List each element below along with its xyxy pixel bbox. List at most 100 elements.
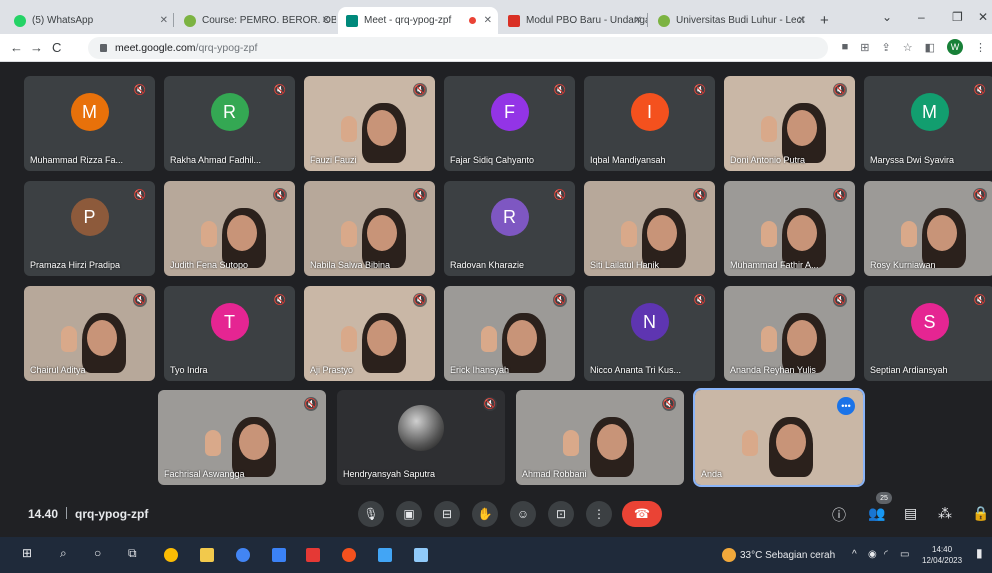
more-options-button[interactable]: ⋮ <box>586 501 612 527</box>
participant-tile[interactable]: M 🔇 Maryssa Dwi Syavira <box>864 76 992 171</box>
system-clock[interactable]: 14:40 12/04/2023 <box>922 544 962 566</box>
tab-search-icon[interactable]: ⌄ <box>882 10 892 24</box>
participant-tile[interactable]: ••• Anda <box>693 388 865 487</box>
menu-icon[interactable]: ⋮ <box>975 41 986 54</box>
video-feed-face <box>86 320 117 357</box>
tab-modul-pbo[interactable]: Modul PBO Baru - Undangan ✕ <box>500 7 648 34</box>
participant-name: Pramaza Hirzi Pradipa <box>30 260 121 270</box>
pdf-reader-icon[interactable] <box>306 548 320 562</box>
muted-mic-icon: 🔇 <box>304 397 318 411</box>
participant-tile[interactable]: 🔇 Fachrisal Aswangga <box>158 390 326 485</box>
side-panel-icon[interactable]: ◧ <box>925 41 935 54</box>
camera-button[interactable]: ▣ <box>396 501 422 527</box>
participant-tile[interactable]: F 🔇 Fajar Sidiq Cahyanto <box>444 76 575 171</box>
close-icon[interactable]: ✕ <box>798 15 806 26</box>
battery-icon[interactable]: ▭ <box>900 549 909 560</box>
avatar: R <box>210 93 249 132</box>
chevron-up-icon[interactable]: ^ <box>852 549 857 560</box>
tab-meet[interactable]: Meet - qrq-ypog-zpf ✕ <box>338 7 498 34</box>
participant-tile[interactable]: 🔇 Judith Fena Sutopo <box>164 181 295 276</box>
chrome-icon[interactable] <box>164 548 178 562</box>
profile-avatar[interactable]: W <box>947 39 963 55</box>
more-vert-icon: ⋮ <box>593 507 605 521</box>
tab-budi-luhur[interactable]: Universitas Budi Luhur - Lect ✕ <box>650 7 812 34</box>
notifications-icon[interactable]: ▮ <box>976 546 983 560</box>
close-icon[interactable]: ✕ <box>634 15 642 26</box>
participant-tile[interactable]: 🔇 Ananda Reyhan Yulis <box>724 286 855 381</box>
participant-tile[interactable]: R 🔇 Rakha Ahmad Fadhil... <box>164 76 295 171</box>
forward-icon[interactable]: → <box>30 40 43 55</box>
app-icon[interactable] <box>272 548 286 562</box>
bookmark-star-icon[interactable]: ☆ <box>903 41 913 54</box>
people-icon[interactable]: 👥 <box>868 505 885 522</box>
microphone-button[interactable]: 🎙 <box>358 501 384 527</box>
participant-tile[interactable]: I 🔇 Iqbal Mandiyansah <box>584 76 715 171</box>
close-icon[interactable]: ✕ <box>160 15 168 26</box>
participant-name: Nabila Salwa Bibina <box>310 260 391 270</box>
close-icon[interactable]: ✕ <box>322 15 330 26</box>
search-icon[interactable]: ⌕ <box>60 546 67 561</box>
chat-icon[interactable]: ▤ <box>904 505 917 522</box>
camera-icon: ▣ <box>403 507 415 521</box>
participant-tile[interactable]: 🔇 Erick Ihansyah <box>444 286 575 381</box>
participant-tile[interactable]: 🔇 Aji Prastyo <box>304 286 435 381</box>
powerpoint-icon[interactable] <box>342 548 356 562</box>
cortana-icon[interactable]: ○ <box>94 546 101 560</box>
participant-tile[interactable]: 🔇 Rosy Kurniawan <box>864 181 992 276</box>
host-controls-icon[interactable]: 🔒 <box>972 505 989 522</box>
raise-hand-button[interactable]: ✋ <box>472 501 498 527</box>
participant-tile[interactable]: 🔇 Muhammad Fathir A... <box>724 181 855 276</box>
weather-widget[interactable]: 33°C Sebagian cerah <box>722 548 835 562</box>
chrome-profile-icon[interactable] <box>236 548 250 562</box>
reactions-button[interactable]: ☺ <box>510 501 536 527</box>
participant-tile[interactable]: 🔇 Chairul Aditya <box>24 286 155 381</box>
gmail-icon <box>508 14 520 27</box>
app-icon[interactable] <box>414 548 428 562</box>
leave-call-button[interactable]: ☎ <box>622 501 662 527</box>
window-close-icon[interactable]: ✕ <box>978 10 988 24</box>
participant-tile[interactable]: 🔇 Ahmad Robbani <box>516 390 684 485</box>
translate-icon[interactable]: ⊞ <box>860 41 869 54</box>
tab-course[interactable]: Course: PEMRO. BEROR. OBY ✕ <box>176 7 336 34</box>
address-bar[interactable]: meet.google.com/qrq-ypog-zpf <box>88 37 828 59</box>
participant-tile[interactable]: 🔇 Siti Lailatul Hanik <box>584 181 715 276</box>
participant-tile[interactable]: M 🔇 Muhammad Rizza Fa... <box>24 76 155 171</box>
participant-tile[interactable]: 🔇 Doni Antonio Putra <box>724 76 855 171</box>
store-icon[interactable] <box>378 548 392 562</box>
participant-tile[interactable]: N 🔇 Nicco Ananta Tri Kus... <box>584 286 715 381</box>
video-feed-face <box>366 215 397 252</box>
wifi-icon[interactable]: ◜ <box>884 549 888 560</box>
file-explorer-icon[interactable] <box>200 548 214 562</box>
raised-hand <box>60 325 77 352</box>
share-icon[interactable]: ⇪ <box>882 41 891 54</box>
participant-tile[interactable]: 🔇 Fauzi Fauzi <box>304 76 435 171</box>
participant-name: Chairul Aditya <box>30 365 86 375</box>
avatar: F <box>490 93 529 132</box>
captions-button[interactable]: ⊟ <box>434 501 460 527</box>
activities-icon[interactable]: ⁂ <box>938 505 952 522</box>
avatar: P <box>70 198 109 237</box>
participant-tile[interactable]: T 🔇 Tyo Indra <box>164 286 295 381</box>
participant-tile[interactable]: 🔇 Nabila Salwa Bibina <box>304 181 435 276</box>
task-view-icon[interactable]: ⧉ <box>128 546 137 561</box>
tab-whatsapp[interactable]: (5) WhatsApp ✕ <box>6 7 174 34</box>
new-tab-button[interactable]: + <box>820 12 829 29</box>
camera-in-use-icon[interactable]: ■ <box>842 41 849 53</box>
video-feed-face <box>238 424 269 461</box>
reload-icon[interactable]: C <box>52 40 61 55</box>
participant-tile[interactable]: R 🔇 Radovan Kharazie <box>444 181 575 276</box>
info-icon[interactable]: ⓘ <box>832 505 846 525</box>
close-icon[interactable]: ✕ <box>484 15 492 26</box>
participant-tile[interactable]: S 🔇 Septian Ardiansyah <box>864 286 992 381</box>
network-icon[interactable]: ◉ <box>868 549 877 560</box>
more-options-icon[interactable]: ••• <box>837 397 855 415</box>
participant-name: Rosy Kurniawan <box>870 260 936 270</box>
participant-tile[interactable]: P 🔇 Pramaza Hirzi Pradipa <box>24 181 155 276</box>
participant-tile[interactable]: 🔇 Hendryansyah Saputra <box>337 390 505 485</box>
windows-start-icon[interactable]: ⊞ <box>22 546 32 560</box>
toolbar-icons: ■ ⊞ ⇪ ☆ ◧ W ⋮ <box>842 39 986 55</box>
back-icon[interactable]: ← <box>10 40 23 55</box>
minimize-icon[interactable]: – <box>918 10 925 24</box>
present-button[interactable]: ⊡ <box>548 501 574 527</box>
restore-icon[interactable]: ❐ <box>952 10 963 24</box>
